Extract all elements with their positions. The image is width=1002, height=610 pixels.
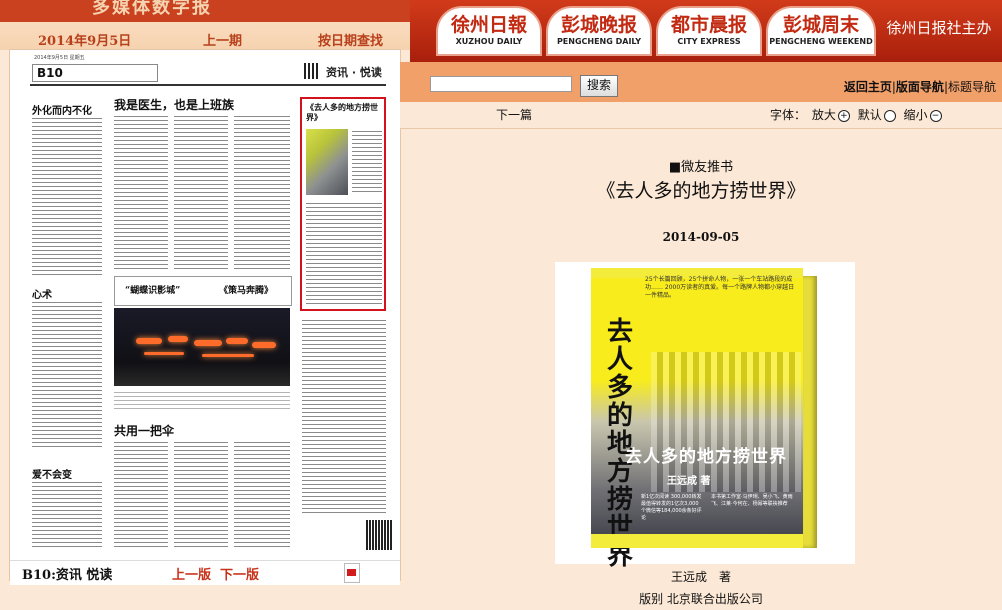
logo-xuzhou-daily-en: XUZHOU DAILY: [455, 37, 523, 46]
headline-xinshu[interactable]: 心术: [32, 286, 52, 301]
article-column[interactable]: [32, 300, 102, 450]
newspaper-page-viewer[interactable]: 2014年9月5日 星期五 B10 资讯 · 悦读 外化而内不化 心术 爱不会变…: [10, 50, 400, 580]
brand-strip: 多媒体数字报: [0, 0, 410, 22]
prev-page-link[interactable]: 上一版: [172, 564, 211, 583]
article-column[interactable]: [234, 114, 290, 272]
book-bottom-band: [591, 534, 803, 548]
book-author-line: 王远成 著: [670, 570, 731, 584]
crowd-photo: [651, 352, 801, 492]
selected-article-highlight[interactable]: 《去人多的地方捞世界》: [300, 97, 386, 311]
nav-links: 返回主页|版面导航|标题导航: [844, 78, 996, 95]
ad-title-one: “蝴蝶识影城”: [125, 286, 181, 296]
search-input[interactable]: [430, 76, 572, 92]
article-column[interactable]: [32, 480, 102, 550]
article-toolbar: 下一篇 字体： 放大 + 默认 缩小 −: [400, 102, 1002, 129]
logo-pengcheng-weekend-en: PENGCHENG WEEKEND: [769, 37, 873, 46]
article-kicker: ■微友推书: [668, 160, 734, 175]
article-column[interactable]: [174, 114, 228, 272]
logo-city-express-en: CITY EXPRESS: [677, 37, 741, 46]
photo-caption: [114, 390, 290, 412]
article-column: [306, 201, 382, 305]
next-article-link[interactable]: 下一篇: [496, 106, 532, 123]
prev-issue-link[interactable]: 上一期: [203, 30, 242, 49]
circle-icon: [883, 109, 896, 122]
publisher-title: 徐州日报社主办: [886, 19, 992, 37]
logo-pengcheng-daily-en: PENGCHENG DAILY: [556, 37, 642, 46]
page-section-title: 资讯 · 悦读: [326, 66, 382, 79]
book-blurb: 25个长篇回顾，25个拼命人物，一张一个车站路段的成功…… 2000万读者的真爱…: [645, 276, 795, 299]
logo-city-express[interactable]: 都市晨报 CITY EXPRESS: [656, 6, 762, 56]
book-edition-line: 版别 北京联合出版公司: [639, 592, 763, 606]
font-default-button[interactable]: 默认: [858, 108, 898, 122]
headline-love[interactable]: 爱不会变: [32, 466, 72, 481]
book-cover-title: 去人多的地方捞世界: [625, 447, 787, 467]
newspaper-page-image[interactable]: 2014年9月5日 星期五 B10 资讯 · 悦读 外化而内不化 心术 爱不会变…: [10, 50, 400, 580]
font-bigger-button[interactable]: 放大 +: [812, 108, 852, 122]
logo-pengcheng-weekend[interactable]: 彭城周末 PENGCHENG WEEKEND: [766, 6, 876, 56]
logo-pengcheng-weekend-cn: 彭城周末: [782, 14, 859, 36]
page-meta: 2014年9月5日 星期五: [34, 55, 85, 61]
article-column[interactable]: [174, 440, 228, 550]
article-column[interactable]: [302, 318, 386, 514]
book-endorse-text: 本书第工作室·马伊琍、吴小飞、黄雨飞、江莱·今何在、杨幂等联袂推荐: [711, 494, 793, 507]
article-column[interactable]: [114, 440, 168, 550]
logo-pengcheng-daily[interactable]: 彭城晚报 PENGCHENG DAILY: [546, 6, 652, 56]
logo-city-express-cn: 都市晨报: [670, 14, 747, 36]
next-page-link[interactable]: 下一版: [220, 564, 259, 583]
search-bar: 搜索 返回主页|版面导航|标题导航: [400, 62, 1002, 102]
headline-outer[interactable]: 外化而内不化: [32, 102, 92, 117]
article-column: [352, 129, 382, 195]
title-nav-link[interactable]: 标题导航: [948, 80, 996, 94]
article-column[interactable]: [32, 116, 102, 276]
qr-code-icon: [304, 63, 320, 79]
date-search-link[interactable]: 按日期查找: [318, 30, 383, 49]
issue-date: 2014年9月5日: [38, 34, 132, 49]
book-cover-author: 王远成 著: [667, 476, 711, 487]
movie-ad-banner[interactable]: “蝴蝶识影城” 《策马奔腾》: [114, 276, 292, 306]
book-spine: [803, 276, 817, 548]
headline-doctor[interactable]: 我是医生，也是上班族: [114, 96, 234, 113]
font-size-control: 字体： 放大 + 默认 缩小 −: [770, 106, 944, 123]
brand-strip-title: 多媒体数字报: [92, 0, 212, 18]
font-size-label: 字体：: [770, 108, 807, 122]
layout-nav-link[interactable]: 版面导航: [896, 80, 944, 94]
highlight-book-title: 《去人多的地方捞世界》: [306, 102, 378, 122]
book-cover-image: 25个长篇回顾，25个拼命人物，一张一个车站路段的成功…… 2000万读者的真爱…: [555, 262, 855, 570]
search-button[interactable]: 搜索: [580, 75, 619, 97]
article-column[interactable]: [114, 114, 168, 272]
barcode-icon: [366, 520, 392, 550]
logo-xuzhou-daily[interactable]: 徐州日報 XUZHOU DAILY: [436, 6, 542, 56]
current-page-label: B10:资讯 悦读: [22, 568, 113, 583]
article-column[interactable]: [234, 440, 290, 550]
masthead-rule: [30, 84, 386, 86]
logo-xuzhou-daily-cn: 徐州日報: [450, 14, 527, 36]
pdf-download-icon[interactable]: [344, 563, 360, 583]
night-parade-photo[interactable]: [114, 308, 290, 386]
logo-pengcheng-daily-cn: 彭城晚报: [560, 14, 637, 36]
headline-umbrella[interactable]: 共用一把伞: [114, 422, 174, 439]
page-nav-bar: B10:资讯 悦读 上一版 下一版: [10, 560, 400, 585]
home-link[interactable]: 返回主页: [844, 80, 892, 94]
book-stat-text: 新1亿次阅读 300,000转发最值得转发的1亿次3,000个微信等184,00…: [641, 494, 702, 521]
highlight-book-cover: [306, 129, 348, 195]
minus-icon: −: [929, 109, 942, 122]
article-title: 《去人多的地方捞世界》: [596, 180, 806, 202]
page-number: B10: [32, 64, 158, 82]
article-date: 2014-09-05: [662, 230, 740, 244]
plus-icon: +: [837, 109, 850, 122]
font-smaller-button[interactable]: 缩小 −: [904, 108, 944, 122]
ad-title-two: 《策马奔腾》: [219, 286, 274, 296]
